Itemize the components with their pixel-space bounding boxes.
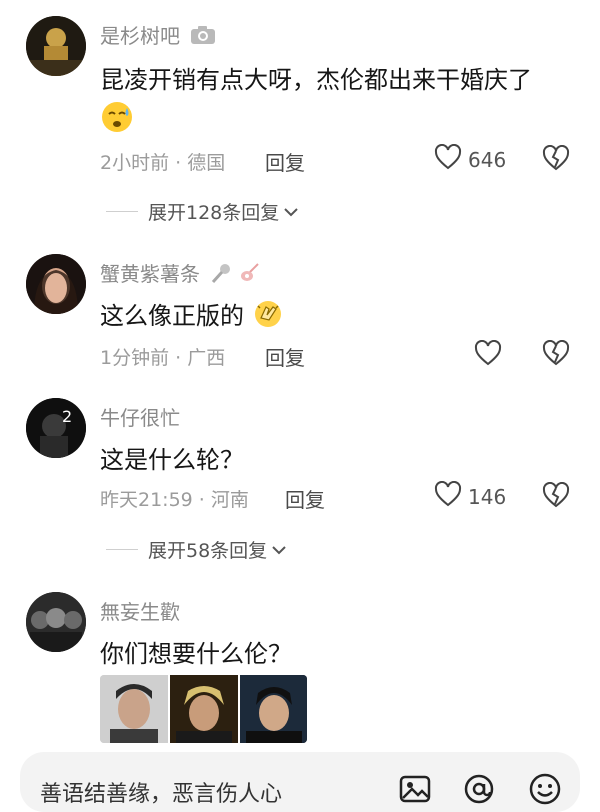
guitar-icon [239, 262, 261, 289]
chevron-down-icon [271, 539, 287, 561]
microphone-icon [210, 262, 232, 289]
comment-text: 你们想要什么伦？ [100, 640, 292, 668]
comment-text-content: 这么像正版的 [100, 302, 244, 330]
chevron-down-icon [283, 201, 299, 223]
divider [106, 211, 138, 212]
heart-icon [434, 480, 462, 512]
comment-input[interactable]: 善语结善缘，恶言伤人心 [40, 776, 282, 808]
expand-replies[interactable]: 展开128条回复 [106, 198, 299, 225]
emoji-clap-icon [252, 298, 284, 336]
comment-input-bar[interactable]: 善语结善缘，恶言伤人心 [20, 752, 580, 812]
dislike-button[interactable] [542, 144, 570, 175]
smiley-icon[interactable] [528, 772, 562, 810]
avatar[interactable] [26, 16, 86, 76]
expand-replies[interactable]: 展开58条回复 [106, 536, 287, 563]
divider [106, 549, 138, 550]
comment-text: 昆凌开销有点大呀，杰伦都出来干婚庆了 [100, 66, 532, 94]
emoji-sweat-icon [100, 100, 134, 138]
expand-label: 展开128条回复 [148, 202, 280, 224]
reply-button[interactable]: 回复 [265, 147, 305, 176]
image-thumb [100, 675, 168, 743]
username[interactable]: 是杉树吧 [100, 20, 216, 50]
image-thumb [240, 675, 307, 743]
comment-text: 这么像正版的 [100, 296, 284, 336]
avatar[interactable] [26, 254, 86, 314]
username-text[interactable]: 蟹黄紫薯条 [100, 262, 200, 286]
time-location: 1分钟前 · 广西 [100, 347, 226, 369]
reply-button[interactable]: 回复 [265, 342, 305, 371]
comment-image[interactable] [100, 675, 307, 743]
like-button[interactable]: 146 [434, 480, 507, 512]
heart-icon [474, 339, 502, 371]
avatar[interactable] [26, 592, 86, 652]
avatar[interactable]: 2 [26, 398, 86, 458]
camera-icon [190, 25, 216, 50]
time-location: 昨天21:59 · 河南 [100, 489, 249, 511]
like-button[interactable]: 646 [434, 143, 507, 175]
svg-text:2: 2 [62, 407, 72, 426]
username[interactable]: 牛仔很忙 [100, 402, 180, 431]
like-button[interactable] [474, 339, 502, 371]
broken-heart-icon [542, 339, 570, 370]
username[interactable]: 無妄生歡 [100, 596, 180, 625]
image-icon[interactable] [398, 772, 432, 810]
username-text[interactable]: 是杉树吧 [100, 24, 180, 48]
dislike-button[interactable] [542, 481, 570, 512]
image-thumb [170, 675, 238, 743]
broken-heart-icon [542, 481, 570, 512]
dislike-button[interactable] [542, 339, 570, 370]
reply-button[interactable]: 回复 [285, 484, 325, 513]
like-count: 646 [468, 147, 507, 172]
heart-icon [434, 143, 462, 175]
comment-text: 这是什么轮？ [100, 446, 244, 474]
time-location: 2小时前 · 德国 [100, 152, 226, 174]
username[interactable]: 蟹黄紫薯条 [100, 258, 261, 289]
at-icon[interactable] [462, 772, 496, 810]
like-count: 146 [468, 484, 507, 509]
expand-label: 展开58条回复 [148, 540, 268, 562]
broken-heart-icon [542, 144, 570, 175]
